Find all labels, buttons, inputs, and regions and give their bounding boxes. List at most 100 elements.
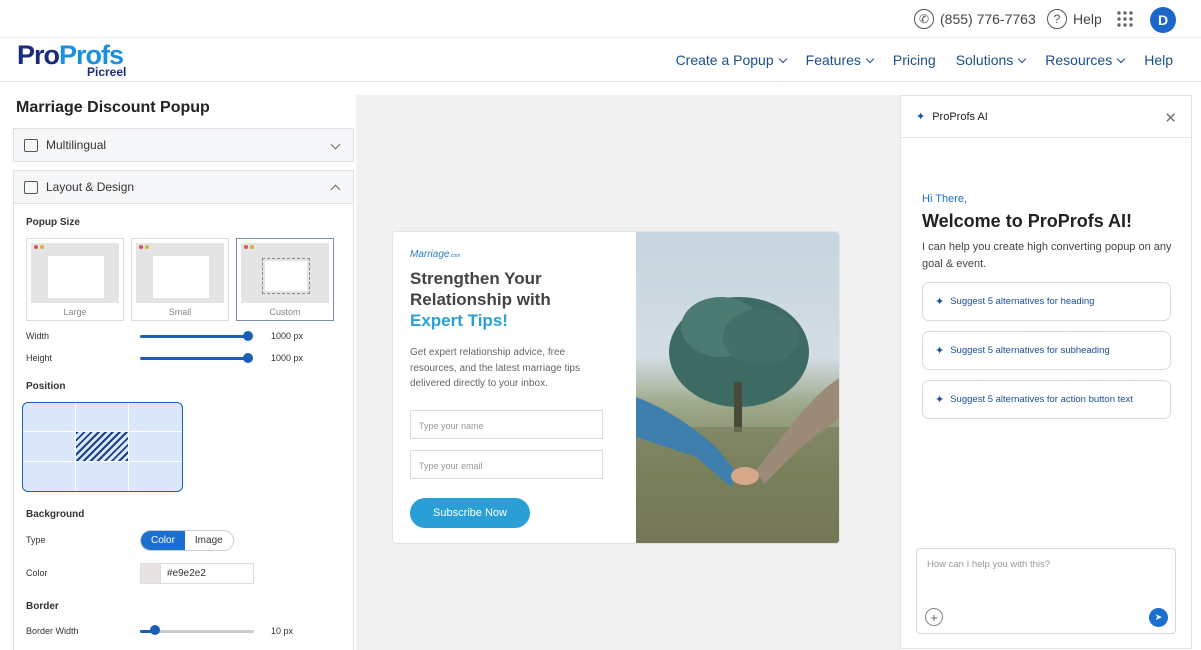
nav-create-popup[interactable]: Create a Popup: [676, 52, 787, 68]
nav-help[interactable]: Help: [1144, 52, 1173, 68]
position-cell[interactable]: [23, 432, 76, 462]
size-option-large[interactable]: Large: [26, 238, 124, 321]
height-value: 1000 px: [271, 353, 304, 363]
nav-resources[interactable]: Resources: [1045, 52, 1126, 68]
popup-preview: [48, 256, 104, 298]
width-slider-handle[interactable]: [243, 331, 253, 341]
suggestion-label: Suggest 5 alternatives for heading: [950, 296, 1095, 307]
window-dot: [145, 245, 149, 249]
nav-label: Resources: [1045, 52, 1113, 68]
ai-panel-header: ✦ ProProfs AI: [901, 96, 1191, 138]
position-cell[interactable]: [23, 462, 76, 491]
question-icon: ?: [1047, 9, 1067, 29]
color-label: Color: [26, 568, 48, 578]
window-dot: [244, 245, 248, 249]
position-grid[interactable]: [22, 402, 183, 492]
layout-icon: [24, 180, 38, 194]
phone-number: (855) 776-7763: [940, 11, 1036, 27]
position-cell[interactable]: [76, 403, 129, 432]
border-label: Border: [26, 601, 59, 612]
popup-heading[interactable]: Strengthen Your Relationship with Expert…: [410, 268, 620, 331]
close-icon[interactable]: ✕: [1164, 109, 1177, 127]
translate-icon: [24, 138, 38, 152]
position-cell[interactable]: [76, 462, 129, 491]
subscribe-button[interactable]: Subscribe Now: [410, 498, 530, 528]
ai-panel-title: ProProfs AI: [932, 110, 988, 123]
accordion-label: Multilingual: [46, 138, 107, 152]
background-type-toggle: Color Image: [140, 530, 234, 551]
suggestion-cta-button[interactable]: ✦ Suggest 5 alternatives for action butt…: [922, 380, 1171, 419]
nav-solutions[interactable]: Solutions: [955, 52, 1027, 68]
color-hex-value: #e9e2e2: [167, 568, 206, 579]
type-color-option[interactable]: Color: [141, 531, 185, 550]
ai-message-input[interactable]: How can I help you with this? + ➤: [916, 548, 1176, 634]
accordion-label: Layout & Design: [46, 180, 135, 194]
window-preview: [136, 243, 224, 303]
nav-label: Features: [805, 52, 861, 68]
name-field[interactable]: Type your name: [410, 410, 603, 439]
suggestion-heading-button[interactable]: ✦ Suggest 5 alternatives for heading: [922, 282, 1171, 321]
couple-tree-image[interactable]: [636, 232, 839, 543]
add-attachment-icon[interactable]: +: [925, 608, 943, 626]
border-width-slider-handle[interactable]: [150, 625, 160, 635]
nav-label: Solutions: [955, 52, 1014, 68]
popup-size-label: Popup Size: [26, 217, 80, 228]
brand-logo: Marriage.com: [410, 249, 460, 260]
position-cell[interactable]: [129, 403, 182, 432]
heading-line-1: Strengthen Your: [410, 269, 542, 288]
help-label: Help: [1073, 11, 1102, 27]
width-slider[interactable]: [140, 335, 248, 338]
window-dot: [34, 245, 38, 249]
suggestion-label: Suggest 5 alternatives for action button…: [950, 394, 1133, 405]
top-utility-bar: ✆ (855) 776-7763 ? Help D: [0, 0, 1201, 38]
suggestion-subheading-button[interactable]: ✦ Suggest 5 alternatives for subheading: [922, 331, 1171, 370]
width-value: 1000 px: [271, 331, 304, 341]
size-caption: Small: [168, 307, 192, 317]
nav-pricing[interactable]: Pricing: [893, 52, 936, 68]
size-caption: Large: [63, 307, 87, 317]
size-option-custom[interactable]: Custom: [236, 238, 334, 321]
height-slider-handle[interactable]: [243, 353, 253, 363]
position-cell[interactable]: [129, 462, 182, 491]
position-cell[interactable]: [129, 432, 182, 462]
window-dot: [139, 245, 143, 249]
email-field[interactable]: Type your email: [410, 450, 603, 479]
popup-preview-card[interactable]: Marriage.com Strengthen Your Relationshi…: [392, 231, 840, 544]
sparkle-icon: ✦: [935, 394, 945, 406]
layout-design-accordion[interactable]: Layout & Design: [13, 170, 354, 204]
intro-text: I can help you create high converting po…: [922, 241, 1172, 270]
apps-grid-icon[interactable]: [1116, 10, 1134, 28]
phone-link[interactable]: ✆ (855) 776-7763: [914, 9, 1036, 29]
main-navbar: ProProfs Picreel Create a Popup Features…: [0, 38, 1201, 82]
chevron-up-icon: [330, 184, 341, 195]
color-input[interactable]: #e9e2e2: [140, 563, 254, 584]
proprofs-picreel-logo[interactable]: ProProfs Picreel: [17, 40, 126, 79]
suggestion-label: Suggest 5 alternatives for subheading: [950, 345, 1110, 356]
height-label: Height: [26, 353, 53, 363]
logo-subtitle: Picreel: [87, 65, 127, 79]
nav-features[interactable]: Features: [805, 52, 875, 68]
popup-description[interactable]: Get expert relationship advice, free res…: [410, 345, 610, 392]
multilingual-accordion[interactable]: Multilingual: [13, 128, 354, 162]
send-icon[interactable]: ➤: [1149, 608, 1168, 627]
type-image-option[interactable]: Image: [184, 531, 233, 550]
height-slider[interactable]: [140, 357, 248, 360]
chevron-down-icon: [778, 54, 787, 63]
position-cell-selected[interactable]: [76, 432, 129, 462]
photo-illustration: [636, 297, 839, 543]
logo-part-1: Pro: [17, 40, 60, 70]
size-option-small[interactable]: Small: [131, 238, 229, 321]
width-label: Width: [26, 331, 50, 341]
phone-icon: ✆: [914, 9, 934, 29]
color-swatch[interactable]: [141, 564, 161, 583]
user-avatar[interactable]: D: [1150, 7, 1176, 33]
popup-preview: [153, 256, 209, 298]
brand-name: Marriage: [410, 249, 450, 260]
window-preview: [31, 243, 119, 303]
greeting: Hi There,: [922, 193, 968, 205]
position-cell[interactable]: [23, 403, 76, 432]
sparkle-icon: ✦: [935, 296, 945, 308]
sparkle-icon: ✦: [916, 111, 926, 123]
border-width-label: Border Width: [26, 626, 79, 636]
help-link[interactable]: ? Help: [1047, 9, 1102, 29]
